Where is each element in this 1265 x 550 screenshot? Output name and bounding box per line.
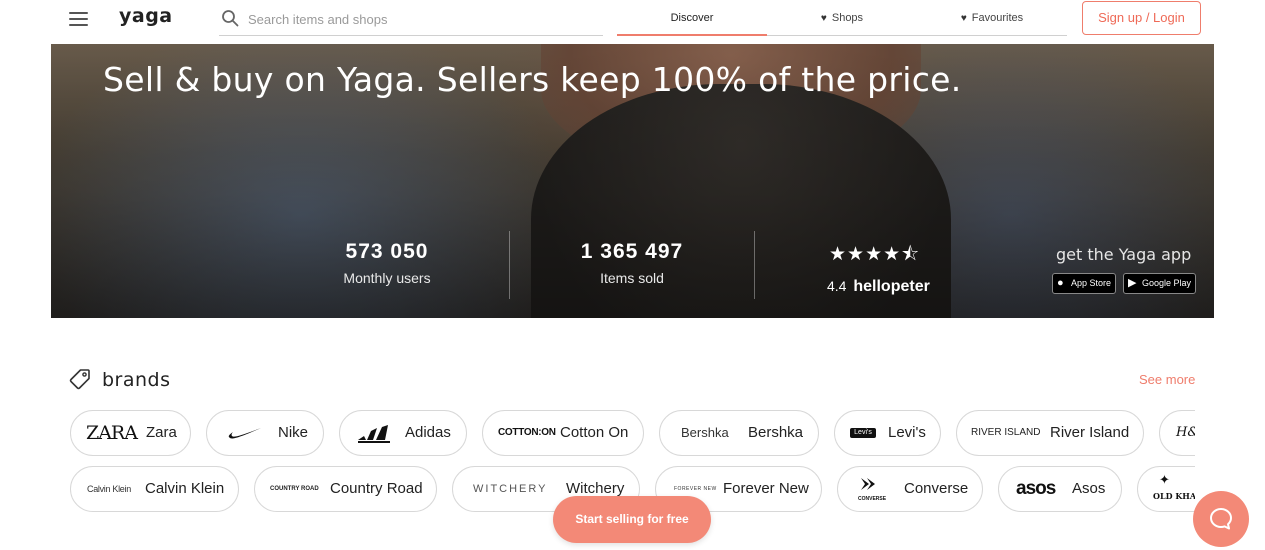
stat-label: Items sold [600,270,664,286]
brand-name: Country Road [330,480,423,497]
bershka-logo: Bershka [681,425,729,440]
google-play-label: Google Play [1142,278,1192,288]
brand-name: Zara [146,424,177,441]
hm-logo: H&M [1176,425,1195,440]
tab-label: Discover [670,12,714,24]
brand-name: Asos [1072,480,1106,497]
brand-pill-asos[interactable]: asos Asos [998,466,1122,512]
brand-pill-river-island[interactable]: RIVER ISLAND River Island [956,410,1144,456]
brand-name: Cotton On [560,424,629,441]
nike-swoosh-icon [228,428,261,439]
brand-pill-calvin-klein[interactable]: Calvin Klein Calvin Klein [70,466,239,512]
signup-login-button[interactable]: Sign up / Login [1082,1,1201,35]
river-island-logo: RIVER ISLAND [971,427,1041,438]
asos-logo: asos [1016,478,1056,499]
zara-logo: ZARA [86,422,138,444]
brands-title: brands [102,369,171,391]
brand-pill-nike[interactable]: Nike [206,410,324,456]
brand-pill-levis[interactable]: Levi's Levi's [834,410,941,456]
stat-label: Monthly users [343,270,431,286]
brand-name: Nike [278,424,309,441]
old-khaki-logo: OLD KHAKI [1153,491,1195,501]
stat-divider [754,231,755,299]
brand-pill-country-road[interactable]: COUNTRY ROAD Country Road [254,466,437,512]
tab-shops[interactable]: ♥ Shops [767,0,917,36]
hellopeter-logo: hellopeter [853,278,930,295]
country-road-logo: COUNTRY ROAD [270,486,319,492]
brand-name: Calvin Klein [145,480,225,497]
old-khaki-emblem-icon: ✦ [1159,472,1170,487]
rating-line: 4.4 hellopeter [827,278,956,296]
brand-pill-adidas[interactable]: Adidas [339,410,467,456]
brand-pill-cotton-on[interactable]: COTTON:ON Cotton On [482,410,644,456]
app-download-label: get the Yaga app [1056,245,1192,264]
converse-logo: CONVERSE [858,496,887,502]
brand-pill-old-khaki[interactable]: ✦ OLD KHAKI [1137,466,1195,512]
search-input[interactable] [248,9,588,29]
yaga-logo[interactable]: yaga [119,5,173,27]
chat-bubble-icon [1210,508,1232,530]
apple-icon: ● [1057,277,1064,289]
google-play-icon: ▶ [1128,277,1137,289]
converse-chevron-icon [861,478,875,490]
witchery-logo: WITCHERY [473,483,548,495]
tag-icon [69,369,90,390]
brand-name: Forever New [723,480,809,497]
see-more-link[interactable]: See more [1139,372,1195,387]
brand-name: Converse [904,480,969,497]
app-store-label: App Store [1071,278,1112,288]
brand-name: River Island [1050,424,1130,441]
menu-icon[interactable] [69,12,88,26]
stat-value: 573 050 [345,240,429,263]
cotton-on-logo: COTTON:ON [498,427,556,438]
heart-icon: ♥ [820,13,827,24]
stat-divider [509,231,510,299]
stat-value: 1 365 497 [580,240,684,263]
tab-label: Shops [831,12,864,24]
brand-name: Bershka [748,424,804,441]
levis-logo: Levi's [850,428,876,438]
brand-name: Levi's [888,424,926,441]
tab-discover[interactable]: Discover [617,0,767,36]
adidas-logo-icon [358,425,390,443]
brand-pill-hm[interactable]: H&M [1159,410,1195,456]
brand-name: Adidas [405,424,451,441]
tab-favourites[interactable]: ♥ Favourites [917,0,1067,36]
search-icon[interactable] [221,9,239,27]
google-play-button[interactable]: ▶ Google Play [1123,273,1196,294]
star-rating-icon: ★★★★⯪ [829,244,921,265]
rating-score: 4.4 [827,278,847,294]
app-store-button[interactable]: ● App Store [1052,273,1116,294]
chat-button[interactable] [1193,491,1249,547]
calvin-klein-logo: Calvin Klein [87,484,131,494]
hero-title: Sell & buy on Yaga. Sellers keep 100% of… [103,60,962,99]
stat-items-sold: 1 365 497 Items sold [532,240,732,286]
hero-banner: Sell & buy on Yaga. Sellers keep 100% of… [51,44,1214,318]
search-bar [219,4,603,36]
brand-pill-zara[interactable]: ZARA Zara [70,410,191,456]
hellopeter-rating[interactable]: ★★★★⯪ 4.4 hellopeter [796,240,956,296]
stat-monthly-users: 573 050 Monthly users [287,240,487,286]
top-navigation: yaga Discover ♥ Shops ♥ Favourites Sign up… [0,0,1265,44]
tab-label: Favourites [971,12,1024,24]
heart-icon: ♥ [960,13,967,24]
brand-pill-bershka[interactable]: Bershka Bershka [659,410,819,456]
brand-pill-converse[interactable]: CONVERSE Converse [837,466,983,512]
start-selling-button[interactable]: Start selling for free [553,496,711,543]
